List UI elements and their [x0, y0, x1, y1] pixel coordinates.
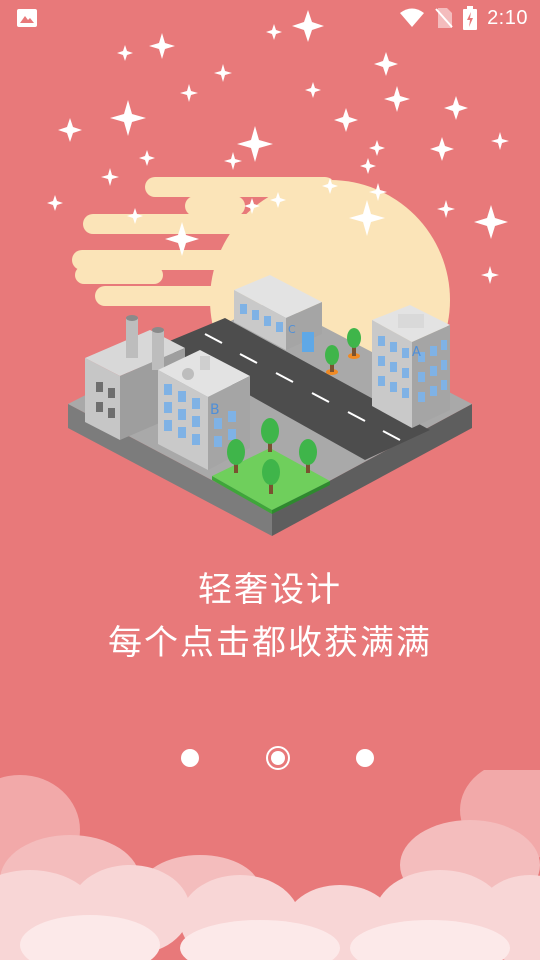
city-illustration: B C A [47, 10, 509, 536]
building-a: A [372, 305, 450, 428]
page-indicator [0, 744, 540, 772]
page-dot-3[interactable] [356, 749, 374, 767]
clouds-decoration [0, 770, 540, 960]
onboarding-subtitle: 每个点击都收获满满 [108, 623, 432, 663]
onboarding-title: 轻奢设计 [198, 570, 342, 610]
building-label-c: C [288, 323, 296, 336]
onboarding-screen: 2:10 B C A 轻奢设计 每个点击都收获满满 [0, 0, 540, 960]
page-dot-1[interactable] [181, 749, 199, 767]
building-label-b: B [210, 402, 220, 418]
page-dot-2-active[interactable] [266, 746, 290, 770]
building-label-a: A [412, 345, 421, 360]
